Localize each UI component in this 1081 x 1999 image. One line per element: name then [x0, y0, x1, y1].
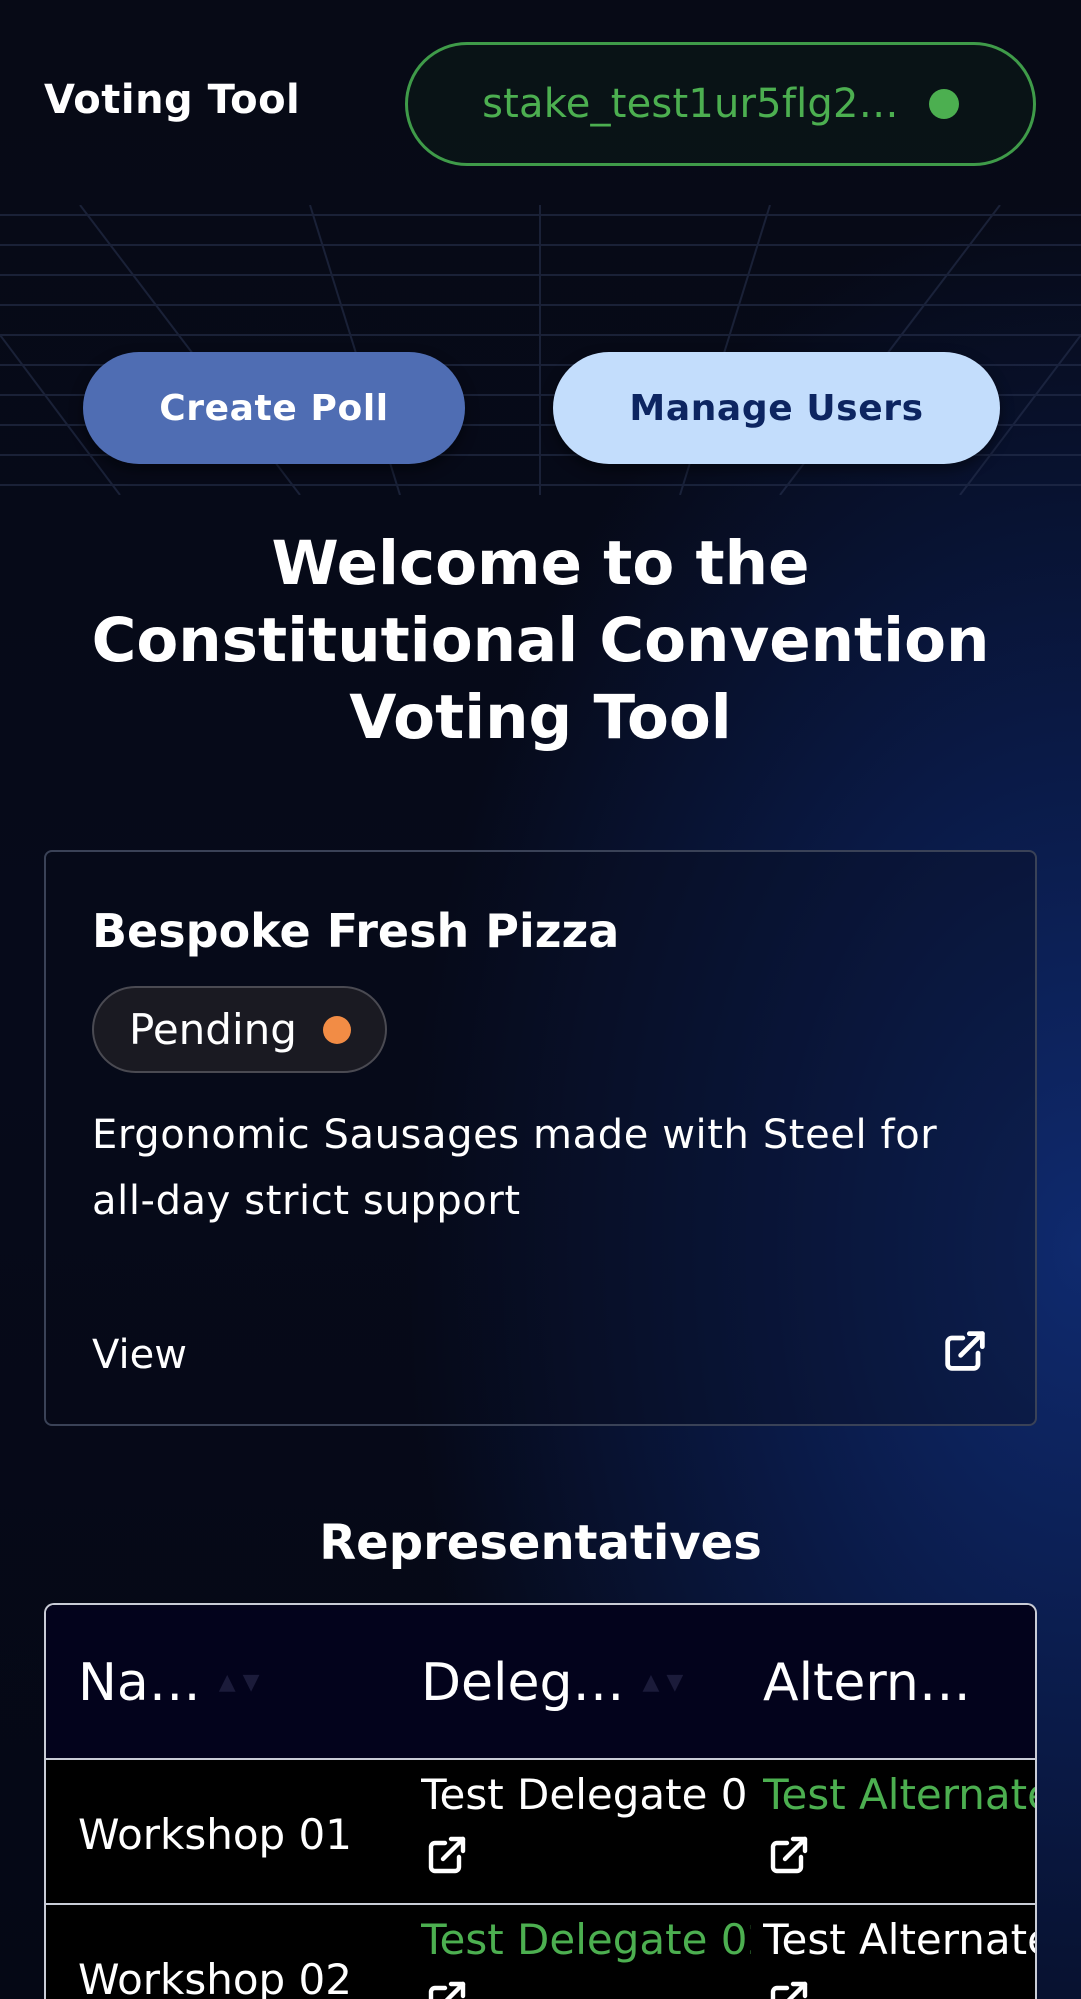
alternate-link[interactable]: Test Alternate 02: [763, 1915, 1035, 1964]
app-title: Voting Tool: [44, 77, 301, 123]
external-link-icon[interactable]: [765, 1831, 813, 1879]
create-poll-button[interactable]: Create Poll: [83, 352, 465, 464]
table-header: Na… ▲ ▼ Deleg… ▲ ▼ Altern…: [46, 1605, 1035, 1760]
column-header-name[interactable]: Na… ▲ ▼: [78, 1605, 260, 1760]
wallet-connected-indicator: [928, 89, 959, 119]
column-header-alternate-label: Altern…: [763, 1652, 971, 1713]
poll-description: Ergonomic Sausages made with Steel for a…: [92, 1112, 938, 1224]
sort-icon[interactable]: ▲ ▼: [642, 1670, 683, 1695]
top-bar: Voting Tool stake_test1ur5flg2…: [0, 0, 1081, 205]
sort-icon[interactable]: ▲ ▼: [219, 1670, 260, 1695]
workshop-name: Workshop 02: [78, 1955, 353, 1999]
delegate-link[interactable]: Test Delegate 01: [421, 1770, 751, 1819]
welcome-heading: Welcome to the Constitutional Convention…: [40, 525, 1041, 756]
column-header-delegate[interactable]: Deleg… ▲ ▼: [421, 1605, 683, 1760]
status-badge: Pending: [92, 986, 387, 1073]
delegate-link[interactable]: Test Delegate 02: [421, 1915, 751, 1964]
column-header-delegate-label: Deleg…: [421, 1652, 625, 1713]
external-link-icon[interactable]: [939, 1325, 991, 1377]
welcome-line-1: Welcome to the: [271, 528, 810, 599]
poll-title: Bespoke Fresh Pizza: [92, 904, 620, 958]
representatives-heading: Representatives: [319, 1515, 762, 1571]
representatives-table: Na… ▲ ▼ Deleg… ▲ ▼ Altern… Workshop 01 T…: [44, 1603, 1037, 1999]
view-poll-link[interactable]: View: [92, 1332, 187, 1378]
table-row: Workshop 01 Test Delegate 01 Test Altern…: [46, 1760, 1035, 1905]
external-link-icon[interactable]: [423, 1831, 471, 1879]
wallet-button[interactable]: stake_test1ur5flg2…: [405, 42, 1036, 166]
welcome-line-2: Constitutional Convention: [91, 605, 990, 676]
wallet-address: stake_test1ur5flg2…: [482, 81, 899, 127]
table-row: Workshop 02 Test Delegate 02 Test Altern…: [46, 1905, 1035, 1999]
workshop-name: Workshop 01: [78, 1810, 353, 1859]
status-pending-dot: [322, 1015, 351, 1044]
welcome-line-3: Voting Tool: [349, 682, 732, 753]
poll-card[interactable]: Bespoke Fresh Pizza Pending Ergonomic Sa…: [44, 850, 1037, 1426]
column-header-name-label: Na…: [78, 1652, 201, 1713]
external-link-icon[interactable]: [423, 1976, 471, 1999]
status-label: Pending: [129, 1005, 297, 1054]
external-link-icon[interactable]: [765, 1976, 813, 1999]
alternate-link[interactable]: Test Alternate 01: [763, 1770, 1035, 1819]
manage-users-button[interactable]: Manage Users: [553, 352, 1000, 464]
column-header-alternate[interactable]: Altern…: [763, 1605, 971, 1760]
